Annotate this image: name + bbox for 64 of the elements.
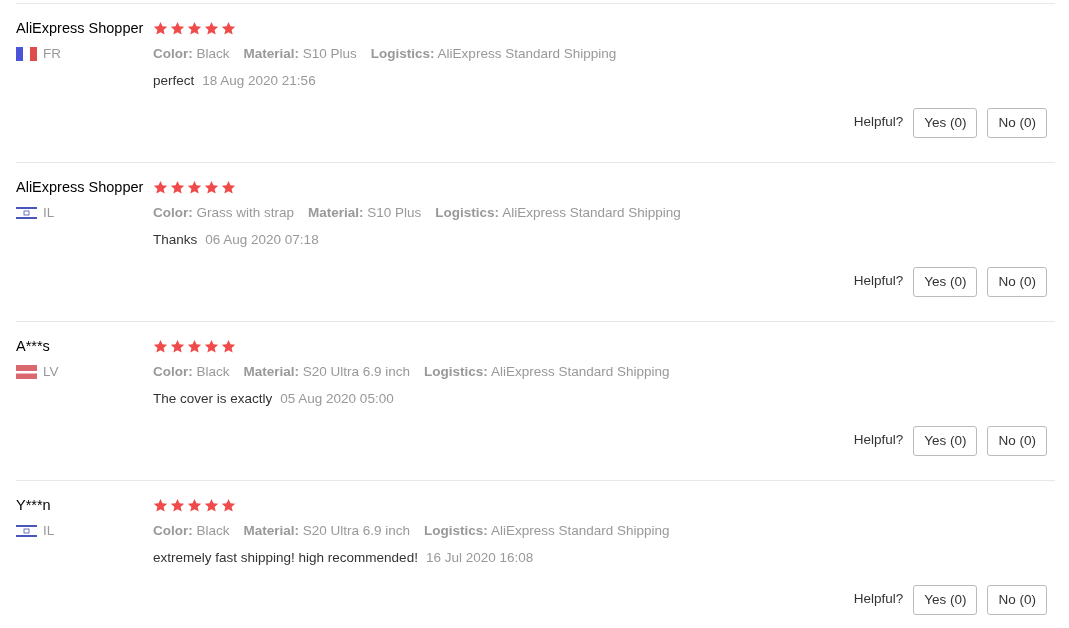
flag-icon [16,206,37,221]
review-comment: Thanks [153,231,198,250]
star-icon [221,20,236,36]
product-attribute: Material: S10 Plus [308,204,422,222]
product-attribute: Logistics: AliExpress Standard Shipping [424,522,670,540]
yes-button[interactable]: Yes (0) [913,584,978,615]
product-attribute: Logistics: AliExpress Standard Shipping [424,363,670,381]
flag-icon [16,365,37,380]
product-attribute: Color: Black [153,45,230,63]
helpful-label: Helpful? [853,272,904,291]
review-comment: extremely fast shipping! high recommended! [153,549,418,568]
product-attribute: Logistics: AliExpress Standard Shipping [435,204,681,222]
review-date: 06 Aug 2020 07:18 [205,231,319,250]
helpful-label: Helpful? [853,113,904,132]
yes-button[interactable]: Yes (0) [913,107,978,138]
flag-icon [16,524,37,539]
star-icon [204,497,219,513]
star-icon [204,20,219,36]
star-icon [153,338,168,354]
country-code: IL [43,204,55,222]
star-icon [204,179,219,195]
star-icon [187,20,202,36]
star-icon [221,338,236,354]
country-code: LV [43,363,59,381]
reviewer-name: AliExpress Shopper [16,19,145,38]
yes-button[interactable]: Yes (0) [913,266,978,297]
product-attribute: Material: S20 Ultra 6.9 inch [243,522,411,540]
helpful-label: Helpful? [853,590,904,609]
yes-button[interactable]: Yes (0) [913,425,978,456]
product-attribute: Logistics: AliExpress Standard Shipping [370,45,617,63]
flag-icon [16,47,37,62]
product-attribute: Material: S20 Ultra 6.9 inch [243,363,411,381]
star-icon [187,179,202,195]
helpful-label: Helpful? [853,431,904,450]
reviewer-name: AliExpress Shopper [16,178,145,197]
star-icon [170,497,185,513]
star-icon [221,179,236,195]
no-button[interactable]: No (0) [987,107,1047,138]
product-attribute: Color: Black [153,522,230,540]
no-button[interactable]: No (0) [987,266,1047,297]
country-code: IL [43,522,55,540]
star-icon [187,338,202,354]
review-date: 18 Aug 2020 21:56 [202,72,316,91]
review-date: 05 Aug 2020 05:00 [280,390,394,409]
star-icon [204,338,219,354]
star-icon [187,497,202,513]
review-date: 16 Jul 2020 16:08 [425,549,534,568]
product-attribute: Material: S10 Plus [243,45,357,63]
country-code: FR [43,45,61,63]
product-attribute: Color: Black [153,363,230,381]
review-comment: perfect [153,72,195,91]
star-icon [221,497,236,513]
star-icon [153,497,168,513]
no-button[interactable]: No (0) [987,584,1047,615]
star-icon [170,20,185,36]
product-attribute: Color: Grass with strap [153,204,295,222]
reviewer-name: Y***n [16,496,52,515]
star-icon [153,179,168,195]
reviewer-name: A***s [16,337,51,356]
star-icon [170,338,185,354]
star-icon [153,20,168,36]
star-icon [170,179,185,195]
review-comment: The cover is exactly [153,390,273,409]
no-button[interactable]: No (0) [987,425,1047,456]
